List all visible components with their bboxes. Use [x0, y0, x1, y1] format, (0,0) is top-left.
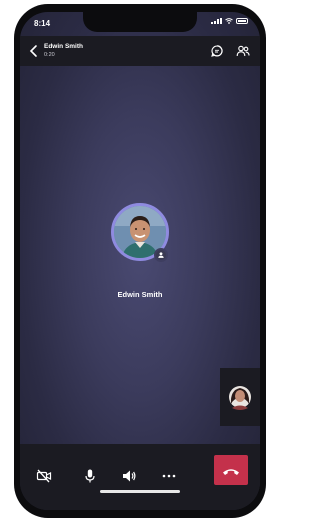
call-controls	[20, 444, 260, 510]
status-time: 8:14	[34, 19, 51, 28]
self-view-tile[interactable]	[220, 368, 260, 426]
call-screen: 8:14 Edwin Smith 0:20 Edwin Smith	[20, 12, 260, 510]
home-indicator[interactable]	[100, 490, 180, 493]
speaker-icon[interactable]	[121, 468, 137, 484]
more-options-icon[interactable]	[161, 468, 177, 484]
chevron-left-icon[interactable]	[28, 44, 40, 58]
self-view-avatar	[229, 386, 251, 410]
battery-icon	[236, 18, 248, 24]
camera-off-icon[interactable]	[36, 468, 52, 484]
call-duration: 0:20	[44, 52, 55, 58]
notch	[83, 12, 197, 32]
people-icon[interactable]	[236, 44, 250, 58]
chat-icon[interactable]	[210, 44, 224, 58]
caller-name: Edwin Smith	[44, 43, 83, 50]
status-icons	[211, 18, 248, 24]
signal-icon	[211, 18, 222, 24]
end-call-button[interactable]	[214, 455, 248, 485]
participant-name: Edwin Smith	[117, 290, 163, 299]
wifi-icon	[225, 18, 233, 24]
participant-status-icon	[154, 248, 168, 262]
microphone-icon[interactable]	[82, 468, 98, 484]
hang-up-icon	[223, 469, 239, 475]
call-header: Edwin Smith 0:20	[20, 36, 260, 66]
